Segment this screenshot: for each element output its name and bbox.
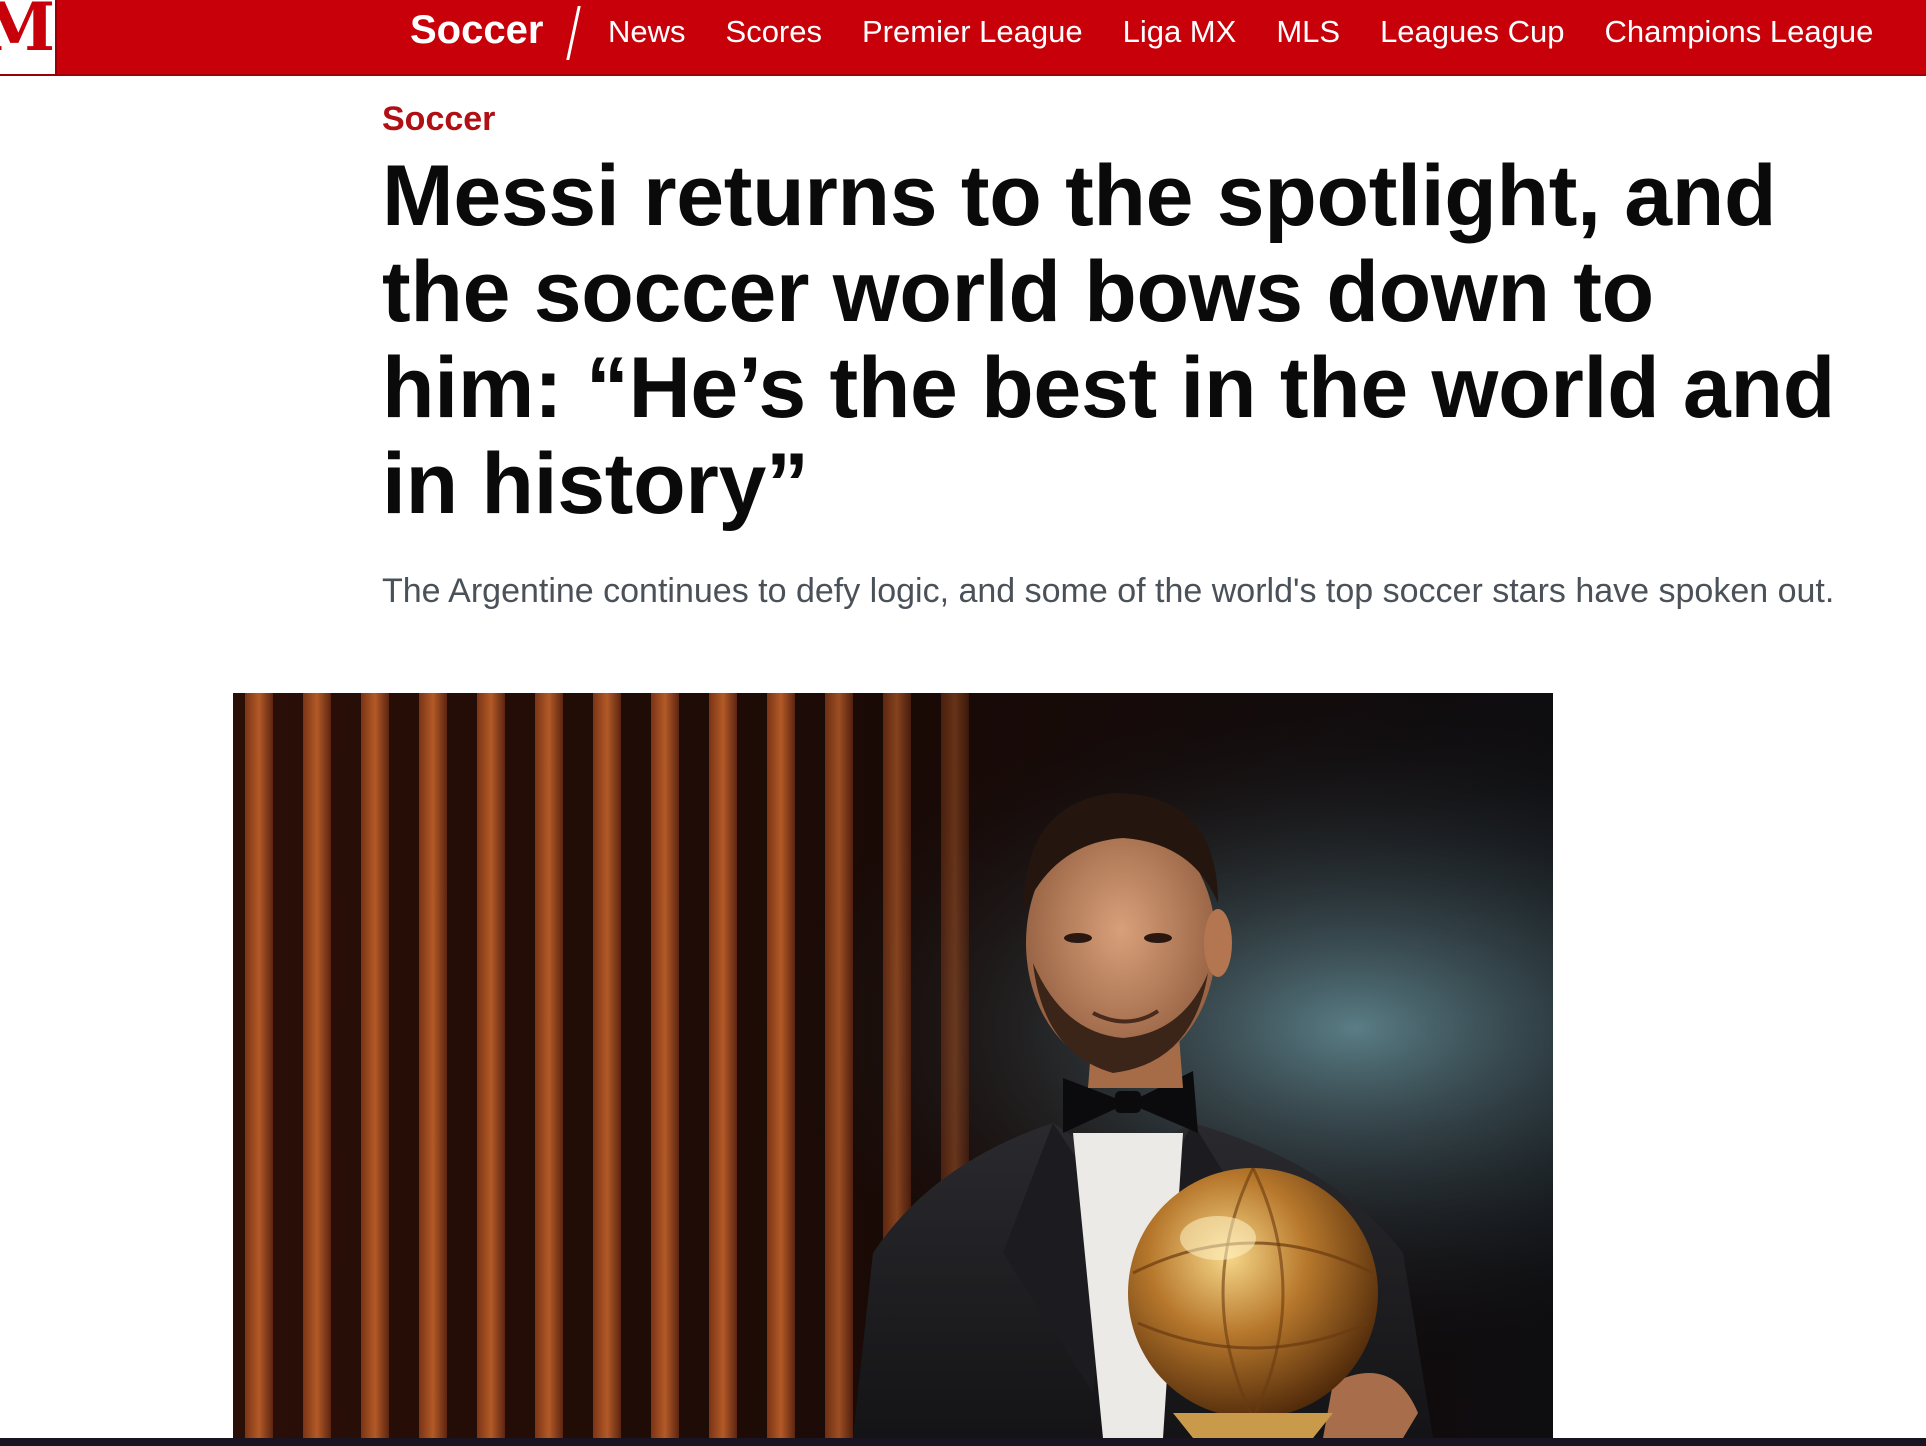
article-headline: Messi returns to the spotlight, and the …	[382, 148, 1835, 532]
top-nav-bar: M Soccer News Scores Premier League Liga MX…	[0, 0, 1926, 76]
site-logo[interactable]: M	[0, 0, 57, 74]
nav-item-champions-league[interactable]: Champions League	[1605, 14, 1874, 50]
hero-image	[233, 693, 1553, 1438]
nav-item-news[interactable]: News	[608, 14, 686, 50]
nav-item-scores[interactable]: Scores	[726, 14, 822, 50]
nav-item-mls[interactable]: MLS	[1276, 14, 1340, 50]
nav-item-leagues-cup[interactable]: Leagues Cup	[1380, 14, 1564, 50]
nav-item-premier-league[interactable]: Premier League	[862, 14, 1083, 50]
article-kicker[interactable]: Soccer	[382, 101, 495, 137]
watermark-text: 懂球帝	[1655, 1361, 1811, 1421]
section-divider	[566, 6, 581, 60]
article-standfirst: The Argentine continues to defy logic, a…	[382, 572, 1835, 610]
section-title-link[interactable]: Soccer	[410, 10, 543, 50]
logo-letter: M	[0, 0, 55, 60]
watermark: 懂球帝	[1565, 1350, 1905, 1430]
section-nav: News Scores Premier League Liga MX MLS League…	[608, 14, 1873, 50]
soccer-ball-watermark-icon	[1568, 1353, 1642, 1427]
screen-bottom-edge	[0, 1438, 1926, 1446]
nav-item-liga-mx[interactable]: Liga MX	[1123, 14, 1237, 50]
